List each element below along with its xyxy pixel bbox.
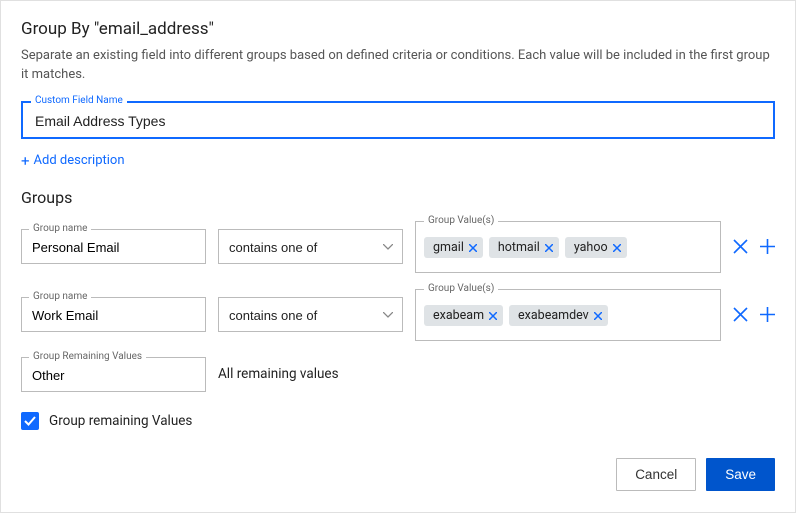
panel-title: Group By "email_address"	[21, 19, 775, 39]
groups-section-title: Groups	[21, 188, 775, 207]
operator-select[interactable]: contains one of	[218, 297, 403, 332]
chip-text: exabeamdev	[518, 308, 589, 323]
group-by-panel: Group By "email_address" Separate an exi…	[0, 0, 796, 513]
custom-field-name-wrap: Custom Field Name	[21, 101, 775, 139]
group-name-label: Group name	[29, 223, 91, 234]
chip-remove-icon[interactable]	[545, 244, 553, 252]
group-name-input[interactable]	[21, 229, 206, 264]
group-remaining-checkbox[interactable]	[21, 412, 39, 430]
remaining-text: All remaining values	[218, 366, 339, 382]
operator-select[interactable]: contains one of	[218, 229, 403, 264]
group-name-wrap: Group name	[21, 297, 206, 332]
operator-select-wrap: contains one of	[218, 229, 403, 264]
footer: Cancel Save	[21, 458, 775, 491]
value-chip: gmail	[424, 237, 483, 258]
custom-field-name-input[interactable]	[21, 101, 775, 139]
remaining-name-input[interactable]	[21, 357, 206, 392]
chip-remove-icon[interactable]	[469, 244, 477, 252]
add-row-icon[interactable]	[760, 307, 775, 322]
chip-remove-icon[interactable]	[594, 312, 602, 320]
check-icon	[24, 416, 36, 426]
group-name-label: Group name	[29, 291, 91, 302]
group-row: Group name contains one of Group Value(s…	[21, 289, 775, 341]
add-description-button[interactable]: + Add description	[21, 152, 125, 170]
group-row: Group name contains one of Group Value(s…	[21, 221, 775, 273]
remove-row-icon[interactable]	[733, 239, 748, 254]
chip-remove-icon[interactable]	[489, 312, 497, 320]
remaining-name-label: Group Remaining Values	[29, 351, 146, 362]
group-values-input[interactable]: Group Value(s) gmail hotmail yahoo	[415, 221, 721, 273]
group-remaining-checkbox-label: Group remaining Values	[49, 413, 192, 429]
custom-field-name-label: Custom Field Name	[31, 95, 127, 106]
chip-remove-icon[interactable]	[613, 244, 621, 252]
remaining-name-wrap: Group Remaining Values	[21, 357, 206, 392]
value-chip: exabeamdev	[509, 305, 608, 326]
chip-text: yahoo	[574, 240, 608, 255]
add-row-icon[interactable]	[760, 239, 775, 254]
group-values-input[interactable]: Group Value(s) exabeam exabeamdev	[415, 289, 721, 341]
operator-select-wrap: contains one of	[218, 297, 403, 332]
plus-icon: +	[21, 152, 30, 170]
group-name-wrap: Group name	[21, 229, 206, 264]
add-description-label: Add description	[34, 153, 125, 168]
group-values-label: Group Value(s)	[424, 283, 498, 294]
chip-text: exabeam	[433, 308, 484, 323]
group-name-input[interactable]	[21, 297, 206, 332]
cancel-button[interactable]: Cancel	[616, 458, 696, 491]
panel-subtitle: Separate an existing field into differen…	[21, 47, 775, 85]
remaining-row: Group Remaining Values All remaining val…	[21, 357, 775, 392]
save-button[interactable]: Save	[706, 458, 775, 491]
row-actions	[733, 307, 775, 322]
chip-text: hotmail	[498, 240, 540, 255]
group-values-label: Group Value(s)	[424, 215, 498, 226]
value-chip: hotmail	[489, 237, 559, 258]
value-chip: yahoo	[565, 237, 627, 258]
remove-row-icon[interactable]	[733, 307, 748, 322]
row-actions	[733, 239, 775, 254]
group-remaining-checkbox-row: Group remaining Values	[21, 412, 775, 430]
value-chip: exabeam	[424, 305, 503, 326]
chip-text: gmail	[433, 240, 464, 255]
